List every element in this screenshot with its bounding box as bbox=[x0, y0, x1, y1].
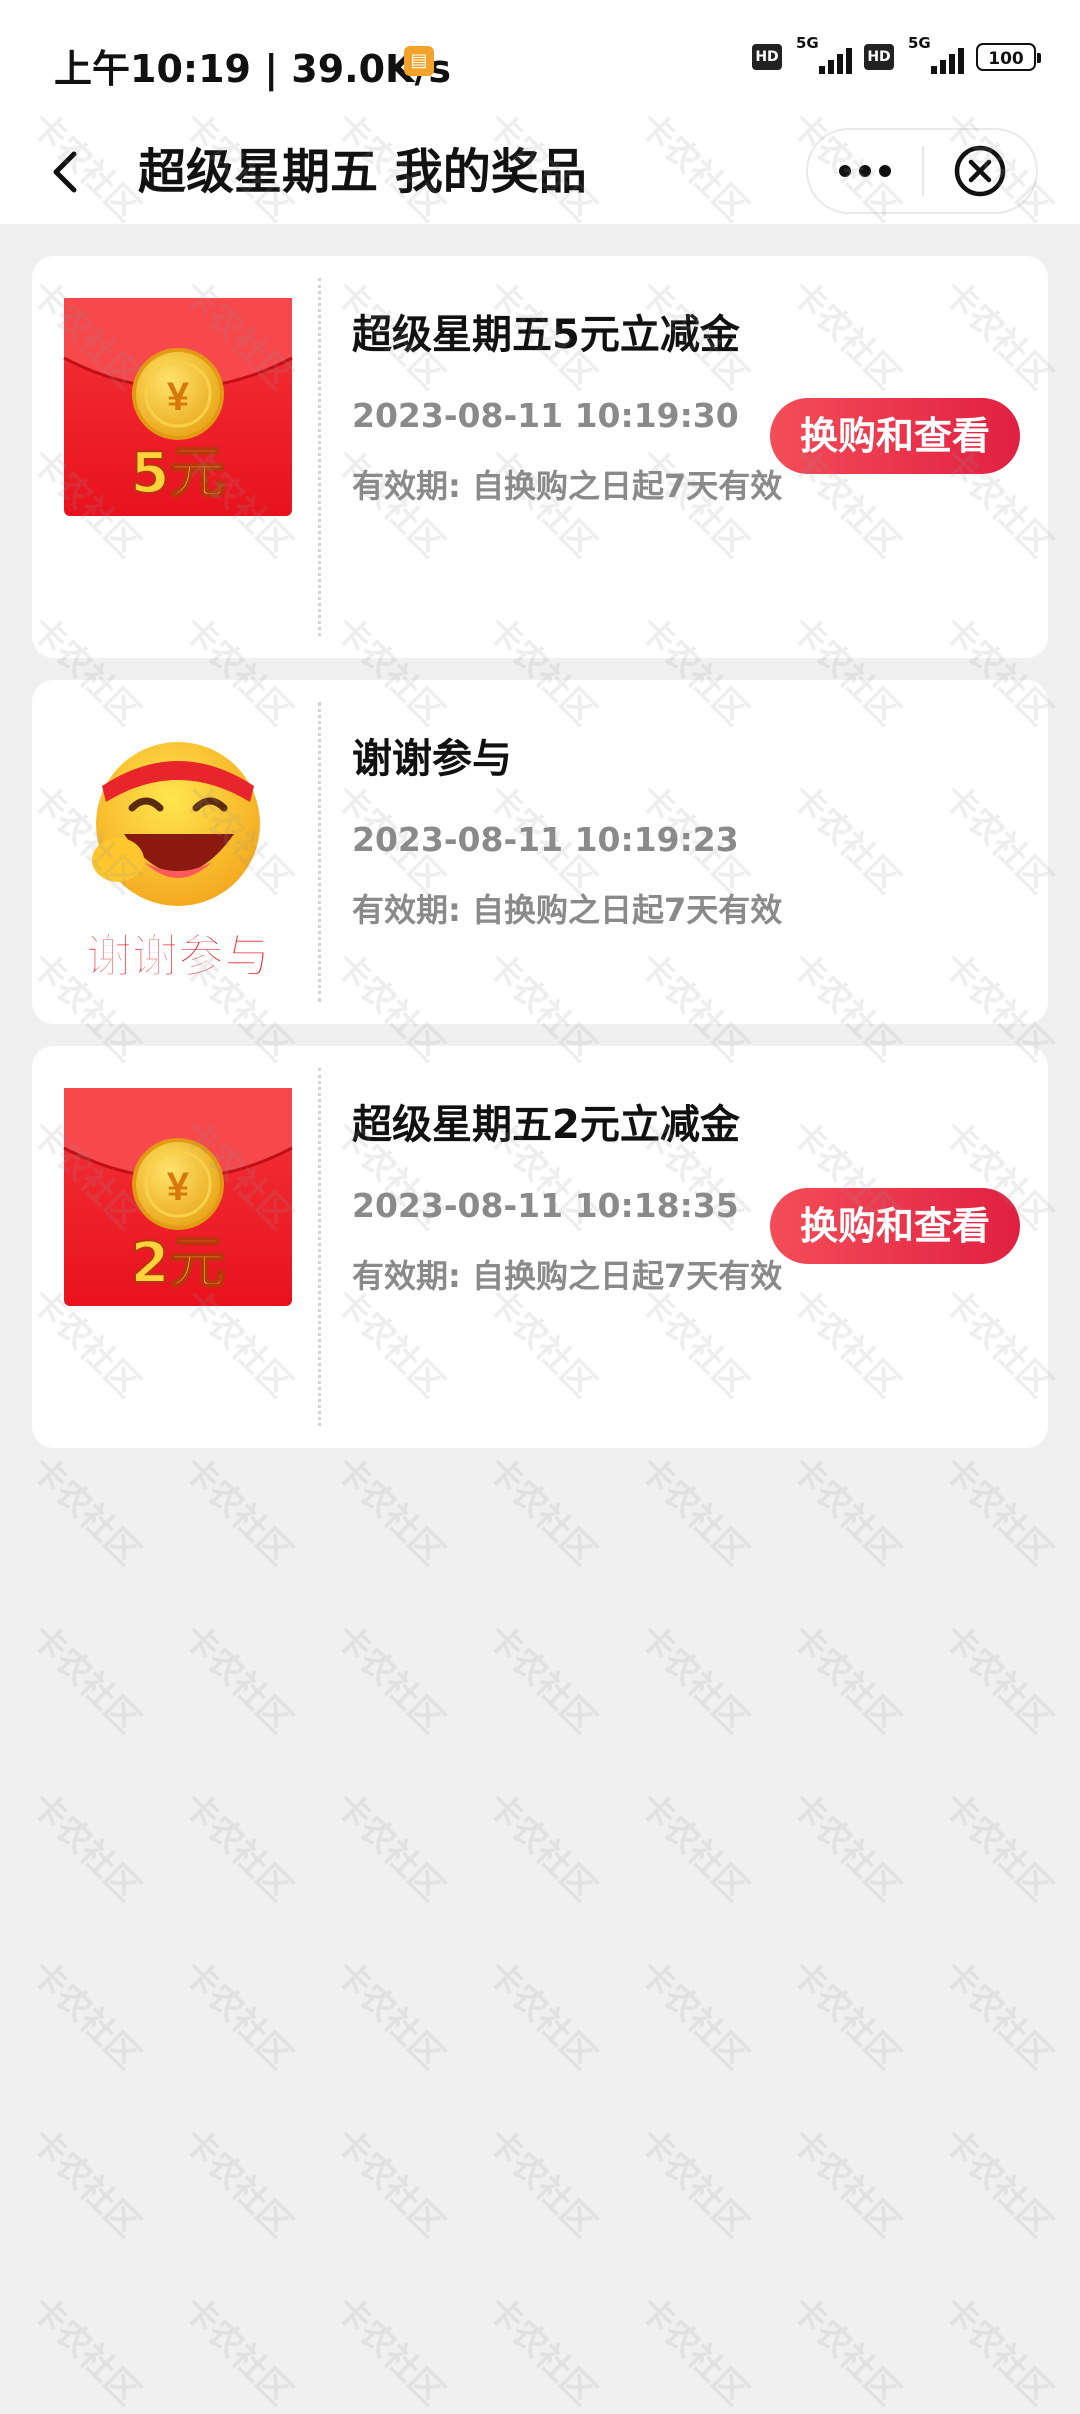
card-divider bbox=[318, 278, 321, 636]
watermark-text: 卡农社区 bbox=[327, 1616, 452, 1742]
watermark-text: 卡农社区 bbox=[935, 1784, 1060, 1910]
watermark-text: 卡农社区 bbox=[23, 1952, 148, 2078]
watermark-text: 卡农社区 bbox=[327, 2120, 452, 2246]
watermark-text: 卡农社区 bbox=[631, 2288, 756, 2414]
watermark-text: 卡农社区 bbox=[23, 2120, 148, 2246]
watermark-text: 卡农社区 bbox=[935, 1616, 1060, 1742]
more-dots-icon bbox=[839, 165, 891, 177]
smiley-icon bbox=[92, 742, 260, 906]
watermark-text: 卡农社区 bbox=[935, 2288, 1060, 2414]
watermark-text: 卡农社区 bbox=[479, 1616, 604, 1742]
watermark-text: 卡农社区 bbox=[783, 1616, 908, 1742]
svg-text:¥: ¥ bbox=[167, 375, 190, 419]
close-button[interactable] bbox=[924, 130, 1036, 212]
watermark-text: 卡农社区 bbox=[23, 1784, 148, 1910]
prize-info: 谢谢参与 2023-08-11 10:19:23 有效期: 自换购之日起7天有效 bbox=[352, 734, 1028, 932]
prize-card: 谢谢参与 谢谢参与 2023-08-11 10:19:23 有效期: 自换购之日… bbox=[32, 680, 1048, 1024]
prize-card: ¥ 5元 超级星期五5元立减金 2023-08-11 10:19:30 有效期:… bbox=[32, 256, 1048, 658]
prize-badge-label: 2元 bbox=[131, 1231, 226, 1296]
watermark-text: 卡农社区 bbox=[479, 1952, 604, 2078]
watermark-text: 卡农社区 bbox=[23, 2288, 148, 2414]
watermark-text: 卡农社区 bbox=[631, 2120, 756, 2246]
watermark-text: 卡农社区 bbox=[175, 1616, 300, 1742]
prize-name: 超级星期五5元立减金 bbox=[352, 312, 740, 358]
title-bar: 超级星期五 我的奖品 bbox=[0, 120, 1080, 224]
watermark-text: 卡农社区 bbox=[783, 2288, 908, 2414]
close-circle-icon bbox=[954, 145, 1006, 197]
redeem-view-button[interactable]: 换购和查看 bbox=[770, 398, 1020, 474]
prize-validity: 有效期: 自换购之日起7天有效 bbox=[352, 891, 783, 929]
prize-name: 谢谢参与 bbox=[352, 736, 512, 782]
mini-program-capsule bbox=[806, 128, 1038, 214]
card-divider bbox=[318, 1068, 321, 1426]
prize-badge-label: 5元 bbox=[131, 441, 226, 506]
red-envelope-image: ¥ 2元 bbox=[63, 1088, 293, 1306]
hd-icon: HD bbox=[864, 44, 894, 70]
watermark-text: 卡农社区 bbox=[935, 2120, 1060, 2246]
watermark-text: 卡农社区 bbox=[631, 1784, 756, 1910]
battery-icon: 100 bbox=[976, 43, 1041, 71]
watermark-text: 卡农社区 bbox=[327, 2288, 452, 2414]
watermark-text: 卡农社区 bbox=[631, 1952, 756, 2078]
watermark-text: 卡农社区 bbox=[783, 2120, 908, 2246]
watermark-text: 卡农社区 bbox=[783, 1784, 908, 1910]
status-indicators: HD 5G HD 5G 100 bbox=[752, 34, 1041, 74]
watermark-text: 卡农社区 bbox=[23, 1616, 148, 1742]
signal-icon: 5G bbox=[794, 34, 852, 74]
card-divider bbox=[318, 702, 321, 1002]
more-button[interactable] bbox=[808, 130, 922, 212]
back-arrow-icon[interactable] bbox=[40, 144, 96, 200]
status-bar: 上午10:19 | 39.0K/s ▤ HD 5G HD 5G 100 bbox=[0, 0, 1080, 120]
watermark-text: 卡农社区 bbox=[631, 1616, 756, 1742]
watermark-text: 卡农社区 bbox=[175, 2288, 300, 2414]
signal-icon: 5G bbox=[906, 34, 964, 74]
status-time: 上午10:19 | 39.0K/s bbox=[54, 47, 451, 91]
watermark-text: 卡农社区 bbox=[175, 1784, 300, 1910]
watermark-text: 卡农社区 bbox=[175, 2120, 300, 2246]
redeem-view-button[interactable]: 换购和查看 bbox=[770, 1188, 1020, 1264]
prize-time: 2023-08-11 10:19:23 bbox=[352, 820, 739, 859]
notification-app-icon: ▤ bbox=[404, 46, 434, 76]
prize-card: ¥ 2元 超级星期五2元立减金 2023-08-11 10:18:35 有效期:… bbox=[32, 1046, 1048, 1448]
prize-name: 超级星期五2元立减金 bbox=[352, 1102, 740, 1148]
watermark-text: 卡农社区 bbox=[783, 1952, 908, 2078]
watermark-text: 卡农社区 bbox=[935, 1952, 1060, 2078]
hd-icon: HD bbox=[752, 44, 782, 70]
prize-list: ¥ 5元 超级星期五5元立减金 2023-08-11 10:19:30 有效期:… bbox=[32, 256, 1048, 1470]
prize-badge-label: 谢谢参与 bbox=[86, 929, 270, 983]
watermark-text: 卡农社区 bbox=[479, 2120, 604, 2246]
watermark-text: 卡农社区 bbox=[327, 1952, 452, 2078]
watermark-text: 卡农社区 bbox=[175, 1952, 300, 2078]
svg-text:¥: ¥ bbox=[167, 1165, 190, 1209]
watermark-text: 卡农社区 bbox=[327, 1784, 452, 1910]
watermark-text: 卡农社区 bbox=[479, 1784, 604, 1910]
red-envelope-image: ¥ 5元 bbox=[63, 298, 293, 516]
watermark-text: 卡农社区 bbox=[479, 2288, 604, 2414]
thanks-smiley-image: 谢谢参与 bbox=[86, 742, 271, 984]
page-title: 超级星期五 我的奖品 bbox=[138, 144, 587, 200]
